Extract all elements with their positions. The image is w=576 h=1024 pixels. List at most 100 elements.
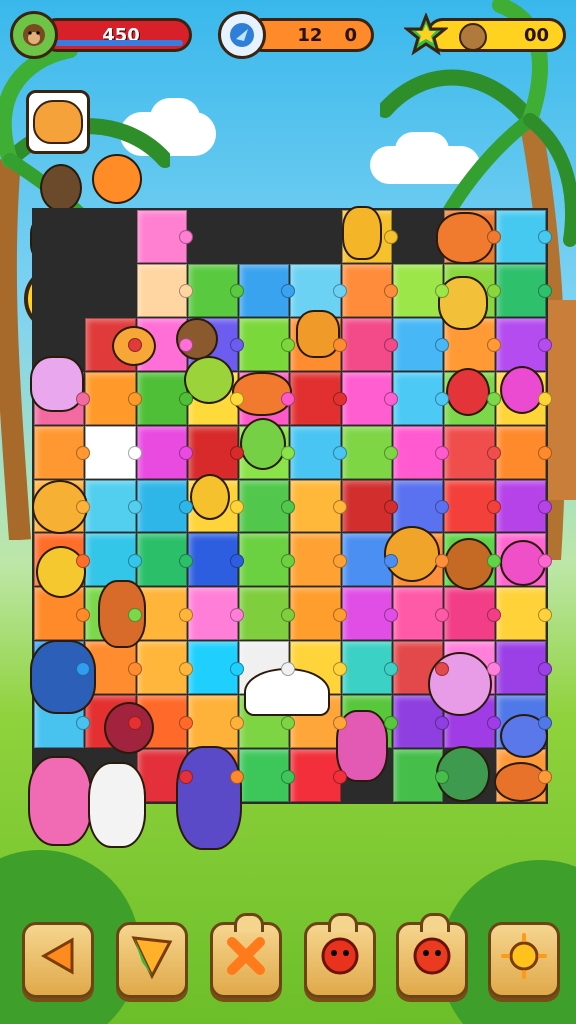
maroon-bat-critter[interactable]: [104, 702, 154, 754]
puzzle-piece[interactable]: [136, 641, 194, 695]
puzzle-piece[interactable]: [341, 263, 399, 317]
tool3-button[interactable]: [304, 913, 376, 998]
puzzle-piece[interactable]: [290, 371, 348, 425]
fox-icon: [33, 100, 83, 144]
puzzle-piece[interactable]: [393, 263, 450, 317]
lives-hud: 450: [10, 11, 192, 59]
puzzle-piece[interactable]: [393, 317, 450, 371]
puzzle-piece[interactable]: [393, 749, 450, 802]
puzzle-piece[interactable]: [341, 641, 399, 695]
puzzle-piece[interactable]: [136, 371, 194, 425]
puzzle-piece[interactable]: [495, 641, 553, 695]
puzzle-piece[interactable]: [341, 425, 399, 479]
puzzle-piece[interactable]: [393, 371, 450, 425]
puzzle-piece[interactable]: [290, 587, 348, 641]
puzzle-piece[interactable]: [136, 263, 194, 317]
puzzle-piece[interactable]: [290, 533, 348, 587]
sun-icon: [500, 932, 548, 989]
puzzle-piece[interactable]: [341, 533, 399, 587]
puzzle-piece[interactable]: [85, 479, 142, 533]
pink-cat-character[interactable]: [28, 756, 92, 846]
puzzle-piece[interactable]: [290, 263, 348, 317]
puzzle-piece[interactable]: [495, 210, 553, 263]
gem-icon: [218, 11, 266, 59]
giraffe-critter[interactable]: [342, 206, 382, 260]
puzzle-piece[interactable]: [290, 479, 348, 533]
empty-slot: [85, 264, 135, 317]
puzzle-piece[interactable]: [444, 587, 502, 641]
puzzle-piece[interactable]: [495, 317, 553, 371]
lives-bar: 450: [40, 18, 192, 52]
coconut-critter: [40, 164, 82, 212]
puzzle-piece[interactable]: [495, 425, 553, 479]
puzzle-piece[interactable]: [136, 425, 194, 479]
fox-critter[interactable]: [436, 212, 494, 264]
puzzle-piece[interactable]: [136, 210, 194, 263]
puzzle-piece[interactable]: [85, 533, 142, 587]
monkey-friend-icon: [459, 23, 487, 51]
puzzle-piece[interactable]: [444, 479, 502, 533]
puzzle-piece[interactable]: [85, 425, 142, 479]
puzzle-piece[interactable]: [239, 263, 296, 317]
puzzle-piece[interactable]: [187, 587, 245, 641]
stars-hud: 00: [402, 12, 566, 58]
green-goblin-critter[interactable]: [240, 418, 286, 470]
puzzle-piece[interactable]: [341, 317, 399, 371]
pink-bunny-critter[interactable]: [428, 652, 492, 716]
cross-shuffle-icon: [224, 934, 268, 987]
blue-fox-character[interactable]: [176, 746, 242, 850]
timer-secondary: 0: [344, 24, 357, 46]
empty-slot: [85, 210, 135, 263]
puzzle-piece[interactable]: [341, 587, 399, 641]
puzzle-piece[interactable]: [239, 533, 296, 587]
puzzle-piece[interactable]: [341, 479, 399, 533]
lives-bar-underline: [55, 40, 183, 46]
puzzle-piece[interactable]: [239, 749, 296, 802]
shuffle-button[interactable]: [210, 913, 282, 998]
red-blob-icon: [318, 934, 362, 987]
puzzle-piece[interactable]: [136, 479, 194, 533]
puzzle-piece[interactable]: [495, 263, 553, 317]
puzzle-piece[interactable]: [290, 425, 348, 479]
empty-slot: [239, 210, 289, 263]
portrait-fox[interactable]: [26, 90, 90, 154]
puzzle-piece[interactable]: [136, 533, 194, 587]
puzzle-piece[interactable]: [187, 695, 245, 749]
puzzle-piece[interactable]: [187, 533, 245, 587]
puzzle-piece[interactable]: [187, 641, 245, 695]
puzzle-piece[interactable]: [239, 317, 296, 371]
otter-critter[interactable]: [296, 310, 340, 358]
pencil-hint-icon: [128, 932, 176, 989]
brown-bear-critter[interactable]: [444, 538, 494, 590]
puzzle-piece[interactable]: [444, 425, 502, 479]
hooded-kid-critter[interactable]: [30, 640, 96, 714]
puzzle-piece[interactable]: [239, 587, 296, 641]
hint-button[interactable]: [116, 922, 188, 998]
puzzle-piece[interactable]: [187, 263, 245, 317]
pig-side-critter[interactable]: [30, 356, 84, 412]
sunflower-kid-critter[interactable]: [36, 546, 86, 598]
puzzle-piece[interactable]: [393, 587, 450, 641]
banana-critter[interactable]: [190, 474, 230, 520]
puzzle-piece[interactable]: [85, 371, 142, 425]
puzzle-piece[interactable]: [393, 425, 450, 479]
tool4-button[interactable]: [396, 913, 468, 998]
puzzle-piece[interactable]: [34, 425, 91, 479]
back-button[interactable]: [22, 922, 94, 998]
white-bear-character[interactable]: [88, 762, 146, 848]
puzzle-piece[interactable]: [341, 371, 399, 425]
tool5-button[interactable]: [488, 922, 560, 998]
puzzle-piece[interactable]: [495, 587, 553, 641]
pink-ghost-critter[interactable]: [500, 366, 544, 414]
monkey-face-icon: [10, 11, 58, 59]
tomato-critter[interactable]: [446, 368, 490, 416]
star-icon: [402, 11, 450, 59]
puzzle-piece[interactable]: [290, 749, 348, 802]
stars-value: 00: [523, 24, 549, 46]
puzzle-piece[interactable]: [495, 479, 553, 533]
timer-value: 12: [297, 24, 323, 46]
puzzle-piece[interactable]: [187, 425, 245, 479]
puzzle-piece[interactable]: [393, 479, 450, 533]
puzzle-piece[interactable]: [239, 479, 296, 533]
empty-slot: [34, 210, 84, 263]
